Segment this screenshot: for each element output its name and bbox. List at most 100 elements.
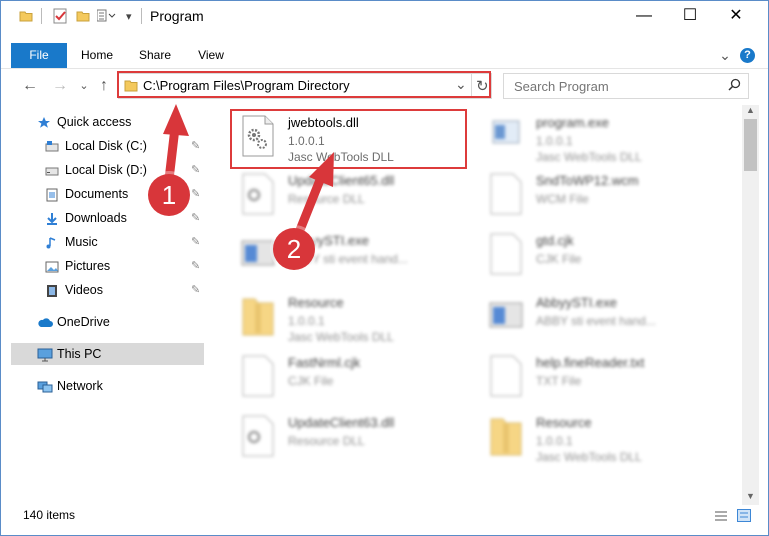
maximize-button[interactable]: ☐ (667, 1, 713, 31)
tab-share[interactable]: Share (133, 43, 177, 68)
sidebar-item-label: Quick access (57, 115, 132, 129)
pin-icon[interactable]: ✎ (191, 231, 200, 253)
view-options-icon[interactable] (96, 9, 117, 25)
sidebar-item-onedrive[interactable]: OneDrive (11, 311, 211, 333)
help-icon[interactable]: ? (740, 48, 755, 63)
file-name: Resource (536, 415, 592, 430)
file-tile[interactable]: UpdateClient63.dll Resource DLL (231, 409, 471, 465)
cloud-icon (37, 315, 53, 329)
ribbon-tabs: File Home Share View ⌄ ? (1, 43, 768, 69)
folder-icon[interactable] (19, 9, 33, 25)
search-box[interactable] (503, 73, 749, 99)
drive-icon (45, 139, 59, 153)
customize-toolbar-icon[interactable]: ▾ (126, 10, 132, 26)
tab-home[interactable]: Home (77, 43, 117, 68)
annotation-badge-2: 2 (273, 228, 315, 270)
pin-icon[interactable]: ✎ (191, 255, 200, 277)
window-title: Program (150, 8, 204, 24)
blank-file-icon (241, 355, 275, 397)
sidebar-item-pictures[interactable]: Pictures ✎ (11, 255, 211, 277)
videos-icon (45, 283, 59, 297)
star-icon (37, 115, 51, 129)
minimize-button[interactable]: — (621, 1, 667, 31)
file-tile[interactable]: SndToWP12.wcm WCM File (479, 167, 719, 223)
details-view-icon[interactable] (714, 510, 728, 525)
network-icon (37, 379, 53, 393)
file-tile[interactable]: help.fineReader.txt TXT File (479, 349, 719, 405)
sidebar-item-label: Pictures (65, 259, 111, 273)
sidebar-item-local-disk-c[interactable]: Local Disk (C:) ✎ (11, 135, 211, 157)
tab-file[interactable]: File (11, 43, 67, 68)
file-name: UpdateClient65.dll (288, 173, 395, 188)
file-description: Resource DLL (288, 192, 365, 206)
sidebar-item-label: Documents (65, 187, 129, 201)
sidebar-item-music[interactable]: Music ✎ (11, 231, 211, 253)
file-name: FastNrml.cjk (288, 355, 361, 370)
vertical-scrollbar[interactable]: ▲ ▼ (742, 105, 759, 505)
exe-icon (489, 115, 523, 157)
file-tile[interactable]: Resource 1.0.0.1 Jasc WebTools DLL (231, 289, 471, 345)
sidebar-item-network[interactable]: Network (11, 375, 211, 397)
dll-gear-icon (241, 415, 275, 457)
properties-icon[interactable] (53, 8, 68, 24)
pin-icon[interactable]: ✎ (191, 135, 200, 157)
file-tile[interactable]: Resource 1.0.0.1 Jasc WebTools DLL (479, 409, 719, 465)
download-icon (45, 211, 59, 225)
file-description: Resource DLL (288, 434, 365, 448)
sidebar-item-label: Network (57, 379, 103, 393)
back-button[interactable]: ← (21, 77, 39, 95)
documents-icon (45, 187, 59, 202)
file-description: Jasc WebTools DLL (536, 150, 642, 164)
close-button[interactable]: ✕ (713, 1, 759, 31)
ribbon-expand-icon[interactable]: ⌄ (715, 43, 735, 68)
file-version: 1.0.0.1 (288, 314, 325, 328)
sidebar-item-label: Music (65, 235, 98, 249)
scrollbar-thumb[interactable] (744, 119, 757, 171)
sidebar-item-this-pc[interactable]: This PC (11, 343, 204, 365)
file-description: Jasc WebTools DLL (536, 450, 642, 464)
pictures-icon (45, 259, 59, 273)
file-name: SndToWP12.wcm (536, 173, 639, 188)
forward-button[interactable]: → (51, 77, 69, 95)
address-highlight-box (117, 71, 491, 98)
item-count: 140 items (23, 508, 76, 522)
search-input[interactable] (512, 77, 726, 95)
file-tile[interactable]: AbbyySTI.exe ABBY sti event hand... (231, 227, 471, 283)
annotation-badge-1: 1 (148, 174, 190, 216)
dll-gear-icon (241, 173, 275, 215)
explorer-window: ▾ Program — ☐ ✕ File Home Share View ⌄ ?… (0, 0, 769, 536)
file-tile[interactable]: AbbyySTI.exe ABBY sti event hand... (479, 289, 719, 345)
tab-view[interactable]: View (191, 43, 231, 68)
pin-icon[interactable]: ✎ (191, 279, 200, 301)
new-folder-icon[interactable] (76, 9, 90, 25)
pin-icon[interactable]: ✎ (191, 159, 200, 181)
sidebar-item-quick-access[interactable]: Quick access (11, 111, 211, 133)
recent-locations-button[interactable]: ⌄ (75, 77, 93, 95)
file-tile[interactable]: program.exe 1.0.0.1 Jasc WebTools DLL (479, 109, 719, 165)
file-version: 1.0.0.1 (536, 134, 573, 148)
file-tile[interactable]: gtd.cjk CJK File (479, 227, 719, 283)
blank-file-icon (489, 233, 523, 275)
sidebar-item-videos[interactable]: Videos ✎ (11, 279, 211, 301)
exe-window-icon (489, 295, 523, 337)
computer-icon (37, 347, 53, 362)
scroll-up-icon[interactable]: ▲ (746, 105, 755, 115)
sidebar-item-label: OneDrive (57, 315, 110, 329)
blank-file-icon (489, 355, 523, 397)
tiles-view-icon[interactable] (737, 509, 751, 525)
search-icon[interactable] (728, 78, 741, 94)
title-bar: ▾ Program — ☐ ✕ (1, 1, 768, 31)
file-tile[interactable]: UpdateClient65.dll Resource DLL (231, 167, 471, 223)
exe-window-icon (241, 233, 275, 275)
pin-icon[interactable]: ✎ (191, 207, 200, 229)
sidebar-item-label: This PC (57, 347, 102, 361)
file-tile[interactable]: FastNrml.cjk CJK File (231, 349, 471, 405)
file-name: Resource (288, 295, 344, 310)
drive-icon (45, 163, 59, 177)
pin-icon[interactable]: ✎ (191, 183, 200, 205)
up-button[interactable]: ↑ (95, 77, 113, 95)
file-name: AbbyySTI.exe (536, 295, 617, 310)
sidebar-item-label: Videos (65, 283, 103, 297)
scroll-down-icon[interactable]: ▼ (746, 491, 755, 501)
sidebar-item-label: Local Disk (D:) (65, 163, 147, 177)
